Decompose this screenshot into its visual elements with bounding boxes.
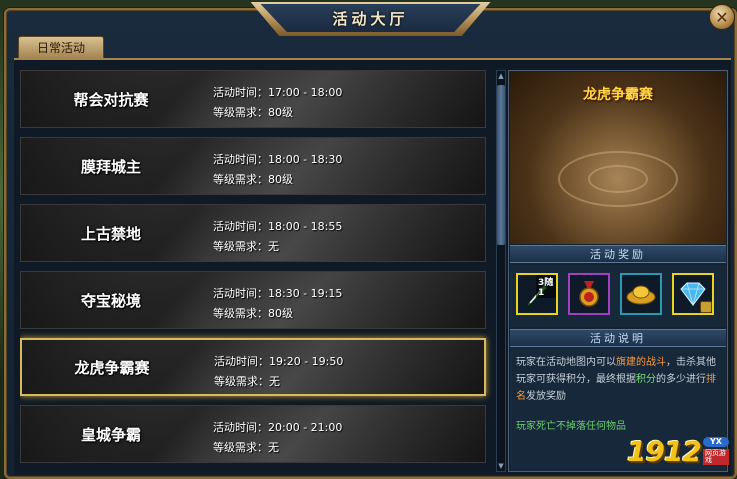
activity-level: 等级需求：80级 (213, 104, 293, 120)
description-note: 玩家死亡不掉落任何物品 (516, 421, 626, 432)
scroll-up-arrow-icon[interactable]: ▲ (497, 71, 505, 81)
level-label: 等级需求： (213, 173, 268, 186)
time-label: 活动时间： (213, 153, 268, 166)
time-value: 18:00 - 18:30 (268, 153, 343, 166)
activity-level: 等级需求：无 (214, 373, 280, 389)
content-area: 帮会对抗赛 活动时间：17:00 - 18:00 等级需求：80级 膜拜城主 活… (14, 58, 731, 475)
activity-row[interactable]: 膜拜城主 活动时间：18:00 - 18:30 等级需求：80级 (20, 137, 486, 195)
activity-name: 帮会对抗赛 (73, 90, 149, 109)
activity-row-selected[interactable]: 龙虎争霸赛 活动时间：19:20 - 19:50 等级需求：无 (20, 338, 486, 396)
activity-level: 等级需求：无 (213, 238, 279, 254)
activity-hall-window: 活动大厅 ✕ 日常活动 帮会对抗赛 活动时间：17:00 - 18:00 等级需… (4, 2, 737, 479)
activity-time: 活动时间：19:20 - 19:50 (214, 353, 343, 369)
level-label: 等级需求： (213, 240, 268, 253)
site-watermark-logo: 1912 YX 网页游戏 (627, 433, 729, 469)
close-button[interactable]: ✕ (709, 4, 735, 30)
level-value: 80级 (268, 106, 293, 119)
activity-level: 等级需求：80级 (213, 171, 293, 187)
activity-time: 活动时间：20:00 - 21:00 (213, 419, 342, 435)
gold-ingot-icon (626, 285, 656, 305)
level-value: 80级 (268, 173, 293, 186)
time-label: 活动时间： (213, 220, 268, 233)
window-title: 活动大厅 (260, 4, 481, 32)
desc-highlight: 积分 (636, 374, 656, 385)
level-value: 无 (268, 441, 279, 454)
level-label: 等级需求： (213, 441, 268, 454)
preview-title: 龙虎争霸赛 (583, 87, 653, 103)
time-value: 19:20 - 19:50 (269, 355, 344, 368)
activity-name: 上古禁地 (80, 224, 141, 243)
reward-slot[interactable] (568, 273, 610, 315)
activity-time: 活动时间：17:00 - 18:00 (213, 84, 342, 100)
reward-slot-locked[interactable] (672, 273, 714, 315)
tab-daily-activities[interactable]: 日常活动 (18, 36, 104, 58)
activity-list: 帮会对抗赛 活动时间：17:00 - 18:00 等级需求：80级 膜拜城主 活… (20, 70, 492, 472)
time-label: 活动时间： (213, 287, 268, 300)
arena-ring-inner (588, 164, 648, 193)
reward-slot[interactable] (620, 273, 662, 315)
activity-time: 活动时间：18:30 - 19:15 (213, 285, 342, 301)
activity-name: 龙虎争霸赛 (74, 358, 150, 377)
close-icon: ✕ (715, 7, 729, 27)
activity-row[interactable]: 夺宝秘境 活动时间：18:30 - 19:15 等级需求：80级 (20, 271, 486, 329)
scroll-thumb[interactable] (497, 85, 505, 245)
activity-name: 夺宝秘境 (80, 291, 141, 310)
activity-row[interactable]: 帮会对抗赛 活动时间：17:00 - 18:00 等级需求：80级 (20, 70, 486, 128)
red-medal-icon (579, 281, 599, 307)
time-value: 20:00 - 21:00 (268, 421, 343, 434)
activity-level: 等级需求：无 (213, 439, 279, 455)
description-header: 活动说明 (510, 329, 726, 347)
activity-level: 等级需求：80级 (213, 305, 293, 321)
time-label: 活动时间： (214, 355, 269, 368)
time-value: 17:00 - 18:00 (268, 86, 343, 99)
level-value: 无 (269, 375, 280, 388)
activity-detail-panel: 龙虎争霸赛 活动奖励 3随1 活动说明 玩家在活动地图内可以旗建的战斗，击杀其他… (508, 70, 728, 472)
activity-row[interactable]: 上古禁地 活动时间：18:00 - 18:55 等级需求：无 (20, 204, 486, 262)
watermark-number: 1912 (627, 434, 702, 468)
time-value: 18:00 - 18:55 (268, 220, 343, 233)
list-scrollbar[interactable]: ▲ ▼ (496, 70, 506, 472)
activity-time: 活动时间：18:00 - 18:55 (213, 218, 342, 234)
activity-preview-image: 龙虎争霸赛 (510, 72, 726, 244)
level-value: 80级 (268, 307, 293, 320)
activity-time: 活动时间：18:00 - 18:30 (213, 151, 342, 167)
rewards-header: 活动奖励 (510, 245, 726, 263)
time-value: 18:30 - 19:15 (268, 287, 343, 300)
lock-icon (700, 301, 712, 313)
desc-part: 的多少进行 (656, 374, 706, 385)
rewards-row: 3随1 (510, 265, 726, 327)
level-label: 等级需求： (214, 375, 269, 388)
watermark-side: YX 网页游戏 (702, 437, 729, 465)
watermark-subtitle: 网页游戏 (702, 449, 729, 465)
level-label: 等级需求： (213, 106, 268, 119)
scroll-down-arrow-icon[interactable]: ▼ (497, 461, 505, 471)
level-value: 无 (268, 240, 279, 253)
reward-badge: 3随1 (536, 275, 556, 298)
desc-part: 发放奖励 (526, 391, 566, 402)
activity-row[interactable]: 皇城争霸 活动时间：20:00 - 21:00 等级需求：无 (20, 405, 486, 463)
desc-part: 玩家在活动地图内可以 (516, 357, 616, 368)
description-text: 玩家在活动地图内可以旗建的战斗，击杀其他玩家可获得积分，最终根据积分的多少进行排… (516, 354, 720, 405)
activity-name: 皇城争霸 (80, 425, 141, 444)
time-label: 活动时间： (213, 421, 268, 434)
activity-name: 膜拜城主 (80, 157, 141, 176)
time-label: 活动时间： (213, 86, 268, 99)
reward-slot[interactable]: 3随1 (516, 273, 558, 315)
desc-highlight: 旗建的战斗 (616, 357, 666, 368)
watermark-badge: YX (702, 437, 729, 447)
level-label: 等级需求： (213, 307, 268, 320)
